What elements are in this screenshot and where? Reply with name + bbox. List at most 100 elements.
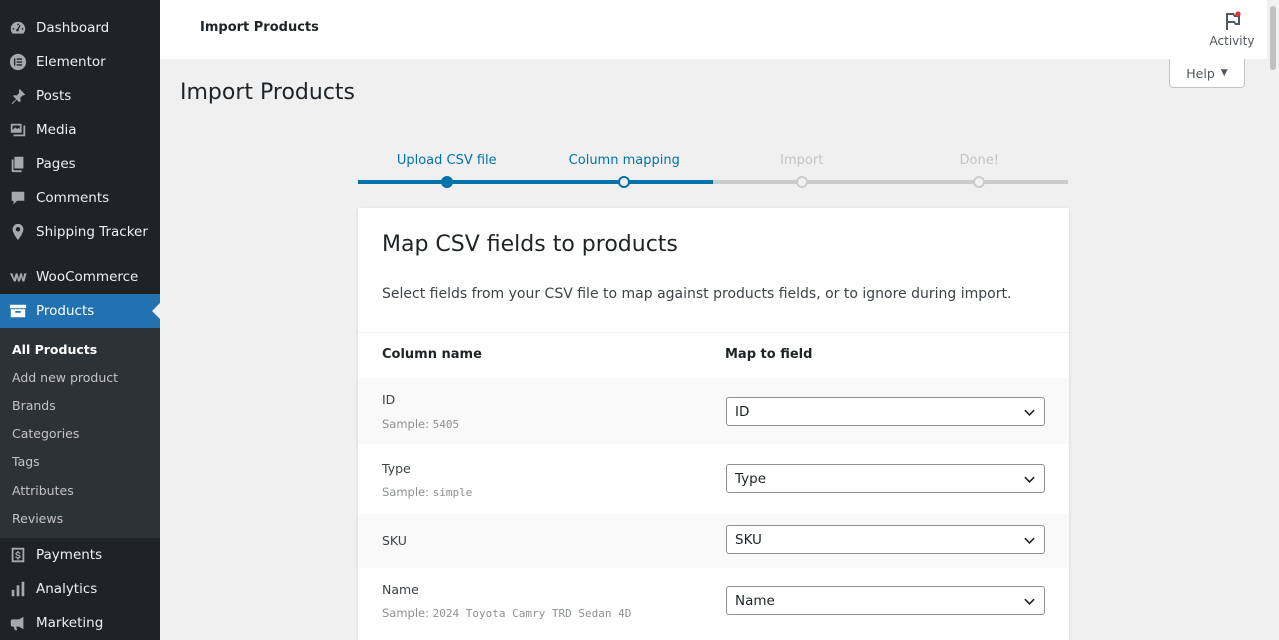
sidebar-item-marketing[interactable]: Marketing [0, 606, 160, 640]
mapping-row-sku: SKU SKU [358, 514, 1069, 568]
selected-field: SKU [735, 531, 762, 548]
sidebar-item-woocommerce[interactable]: WooCommerce [0, 260, 160, 294]
submenu-item-brands[interactable]: Brands [0, 391, 160, 419]
help-button[interactable]: Help ▼ [1169, 59, 1245, 88]
submenu-item-all-products[interactable]: All Products [0, 335, 160, 363]
sidebar-item-label: Payments [36, 547, 103, 564]
sidebar-item-label: WooCommerce [36, 269, 139, 285]
column-name: ID [382, 392, 396, 407]
comment-icon [8, 188, 28, 208]
sidebar-item-payments[interactable]: Payments [0, 538, 160, 572]
column-sample: Sample: simple [382, 485, 472, 499]
step-label: Import [780, 153, 824, 168]
sample-value: 2024 Toyota Camry TRD Sedan 4D [432, 607, 632, 620]
activity-label: Activity [1209, 34, 1255, 48]
submenu-item-attributes[interactable]: Attributes [0, 476, 160, 504]
sample-prefix: Sample: [382, 417, 429, 431]
sidebar-item-shipping-tracker[interactable]: Shipping Tracker [0, 215, 160, 249]
step-import: Import [713, 150, 891, 190]
selected-field: ID [735, 403, 750, 420]
sidebar-item-elementor[interactable]: Elementor [0, 45, 160, 79]
step-upload-csv: Upload CSV file [358, 150, 536, 190]
submenu-item-reviews[interactable]: Reviews [0, 504, 160, 532]
sidebar-item-label: Pages [36, 156, 76, 172]
map-field-select-name[interactable]: Name [726, 586, 1045, 615]
card-title: Map CSV fields to products [382, 232, 678, 257]
step-column-mapping: Column mapping [535, 150, 713, 190]
sidebar-item-label: Posts [36, 88, 72, 104]
dollar-icon [8, 545, 28, 565]
archive-box-icon [8, 301, 28, 321]
sidebar-item-comments[interactable]: Comments [0, 181, 160, 215]
chevron-down-icon [1024, 598, 1035, 605]
mapping-row-name: Name Sample: 2024 Toyota Camry TRD Sedan… [358, 568, 1069, 638]
submenu-item-categories[interactable]: Categories [0, 420, 160, 448]
pages-icon [8, 154, 28, 174]
chevron-down-icon [1024, 537, 1035, 544]
step-dot [618, 176, 631, 188]
map-field-select-type[interactable]: Type [726, 464, 1045, 493]
sidebar-item-label: Comments [36, 190, 110, 206]
step-dot [440, 176, 453, 188]
admin-sidebar: Dashboard Elementor Posts Media Pages Co… [0, 0, 160, 640]
column-mapping-card: Map CSV fields to products Select fields… [358, 208, 1069, 640]
woocommerce-icon [8, 267, 28, 287]
step-label: Done! [959, 153, 999, 168]
sidebar-item-label: Media [36, 122, 77, 138]
column-name: Name [382, 582, 419, 597]
pushpin-icon [8, 86, 28, 106]
sidebar-item-media[interactable]: Media [0, 113, 160, 147]
sidebar-item-label: Dashboard [36, 20, 110, 36]
top-header-bar: Import Products Activity [160, 0, 1267, 59]
elementor-icon [8, 52, 28, 72]
flag-icon [1226, 11, 1241, 30]
sidebar-item-analytics[interactable]: Analytics [0, 572, 160, 606]
map-field-select-id[interactable]: ID [726, 397, 1045, 426]
sample-value: simple [432, 486, 473, 499]
sidebar-item-pages[interactable]: Pages [0, 147, 160, 181]
submenu-item-tags[interactable]: Tags [0, 448, 160, 476]
selected-field: Type [735, 470, 767, 487]
sidebar-item-label: Marketing [36, 615, 104, 632]
import-progress-steps: Upload CSV file Column mapping Import Do… [358, 150, 1068, 190]
sidebar-item-label: Products [36, 303, 95, 319]
sidebar-item-dashboard[interactable]: Dashboard [0, 11, 160, 45]
location-pin-icon [8, 222, 28, 242]
column-name: SKU [382, 533, 407, 548]
selected-field: Name [735, 592, 775, 609]
card-description: Select fields from your CSV file to map … [382, 286, 1012, 302]
step-label: Upload CSV file [396, 153, 497, 168]
sidebar-item-label: Elementor [36, 54, 106, 70]
help-label: Help [1186, 65, 1215, 81]
page-title: Import Products [180, 80, 356, 105]
column-sample: Sample: 2024 Toyota Camry TRD Sedan 4D [382, 606, 631, 620]
sample-value: 5405 [432, 418, 460, 431]
page-scrollbar[interactable] [1267, 0, 1279, 640]
mapping-row-id: ID Sample: 5405 ID [358, 378, 1069, 444]
scrollbar-thumb[interactable] [1270, 6, 1276, 70]
sample-prefix: Sample: [382, 606, 429, 620]
column-name: Type [382, 461, 411, 476]
header-title: Import Products [200, 20, 319, 35]
sidebar-separator [0, 249, 160, 260]
step-done: Done! [890, 150, 1068, 190]
products-submenu: All Products Add new product Brands Cate… [0, 328, 160, 539]
sidebar-item-label: Shipping Tracker [36, 224, 148, 240]
media-icon [8, 120, 28, 140]
sidebar-item-label: Analytics [36, 581, 98, 598]
dashboard-icon [8, 18, 28, 38]
chevron-down-icon [1024, 409, 1035, 416]
column-name-header: Column name [382, 347, 482, 362]
column-sample: Sample: 5405 [382, 417, 459, 431]
mapping-row-type: Type Sample: simple Type [358, 444, 1069, 514]
submenu-item-add-new-product[interactable]: Add new product [0, 363, 160, 391]
sidebar-item-products[interactable]: Products [0, 294, 160, 328]
activity-button[interactable]: Activity [1197, 0, 1267, 59]
chevron-down-icon [1024, 476, 1035, 483]
step-label: Column mapping [568, 153, 680, 168]
sidebar-item-posts[interactable]: Posts [0, 79, 160, 113]
step-dot [795, 176, 808, 188]
map-field-select-sku[interactable]: SKU [726, 525, 1045, 554]
caret-down-icon: ▼ [1220, 68, 1228, 78]
bar-chart-icon [8, 579, 28, 599]
